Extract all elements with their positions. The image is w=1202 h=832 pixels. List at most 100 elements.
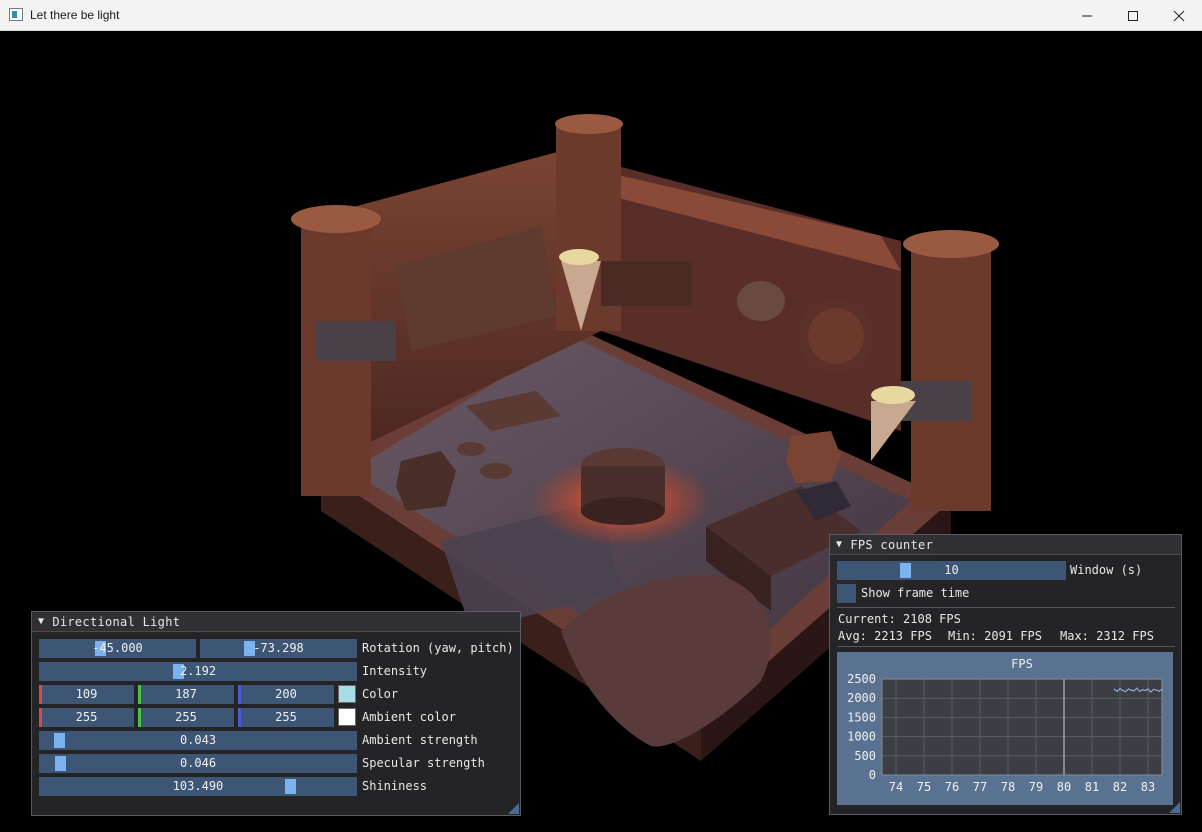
shininess-slider[interactable]: 103.490 xyxy=(39,777,357,796)
fps-current: Current: 2108 FPS xyxy=(838,612,961,626)
specular-strength-slider[interactable]: 0.046 xyxy=(39,754,357,773)
app-icon xyxy=(9,8,23,21)
x-tick-label: 74 xyxy=(889,780,903,794)
fps-data-point xyxy=(1127,688,1129,690)
fps-data-point xyxy=(1119,688,1121,690)
ambient-strength-label: Ambient strength xyxy=(362,733,478,747)
chart-title: FPS xyxy=(1011,657,1033,671)
window-title: Let there be light xyxy=(30,8,120,22)
fps-max: Max: 2312 FPS xyxy=(1060,629,1154,643)
fps-avg: Avg: 2213 FPS xyxy=(838,629,932,643)
ambient-color-r-field[interactable]: 255 xyxy=(39,708,134,727)
x-tick-label: 81 xyxy=(1085,780,1099,794)
panel-header[interactable]: ▼ FPS counter xyxy=(830,535,1181,555)
x-tick-label: 75 xyxy=(917,780,931,794)
panel-title: Directional Light xyxy=(52,614,181,629)
specular-strength-value: 0.046 xyxy=(179,756,217,770)
close-icon xyxy=(1173,10,1185,21)
fps-data-point xyxy=(1125,691,1127,693)
color-b-value: 200 xyxy=(275,687,297,701)
fps-data-point xyxy=(1147,688,1149,690)
fps-data-point xyxy=(1122,689,1124,692)
maximize-button[interactable] xyxy=(1110,0,1156,31)
ambient-strength-value: 0.043 xyxy=(179,733,217,747)
x-tick-label: 82 xyxy=(1113,780,1127,794)
fps-counter-panel[interactable]: ▼ FPS counter 10 Window (s) Show frame t… xyxy=(829,534,1182,815)
fps-data-point xyxy=(1141,689,1143,691)
maximize-icon xyxy=(1128,10,1138,21)
shininess-label: Shininess xyxy=(362,779,428,793)
fps-data-point xyxy=(1116,690,1118,692)
fps-min: Min: 2091 FPS xyxy=(948,629,1042,643)
y-tick-label: 1500 xyxy=(847,710,876,724)
y-tick-label: 0 xyxy=(869,768,876,782)
show-frame-time-label[interactable]: Show frame time xyxy=(861,584,969,603)
panel-title: FPS counter xyxy=(850,537,934,552)
fps-data-point xyxy=(1155,689,1157,691)
color-r-field[interactable]: 109 xyxy=(39,685,134,704)
fps-data-point xyxy=(1161,688,1163,690)
window-seconds-label: Window (s) xyxy=(1070,563,1143,577)
intensity-label: Intensity xyxy=(362,664,428,678)
minimize-button[interactable] xyxy=(1064,0,1110,31)
color-g-field[interactable]: 187 xyxy=(138,685,234,704)
window-titlebar[interactable]: Let there be light xyxy=(0,0,1202,31)
color-label: Color xyxy=(362,687,399,701)
ambient-color-r-value: 255 xyxy=(75,710,98,724)
window-seconds-value: 10 xyxy=(944,563,959,577)
x-tick-label: 76 xyxy=(945,780,959,794)
ambient-strength-slider[interactable]: 0.043 xyxy=(39,731,357,750)
x-tick-label: 83 xyxy=(1141,780,1155,794)
x-tick-label: 80 xyxy=(1057,780,1071,794)
fps-data-point xyxy=(1136,687,1138,689)
separator xyxy=(837,646,1175,647)
rotation-label: Rotation (yaw, pitch) xyxy=(362,641,514,655)
ambient-color-swatch[interactable] xyxy=(338,708,356,726)
shininess-value: 103.490 xyxy=(172,779,224,793)
specular-strength-label: Specular strength xyxy=(362,756,485,770)
y-tick-label: 2500 xyxy=(847,672,876,686)
fps-data-point xyxy=(1153,688,1155,690)
ambient-color-b-value: 255 xyxy=(275,710,297,724)
ambient-color-g-field[interactable]: 255 xyxy=(138,708,234,727)
triangle-down-icon[interactable]: ▼ xyxy=(38,616,44,627)
fps-line-chart: FPS 2500 2000 1500 1000 500 0 74 75 76 77 78 79 80 81 8… xyxy=(847,657,1163,794)
fps-data-point xyxy=(1150,691,1152,693)
rotation-yaw-slider[interactable]: -45.000 xyxy=(39,639,196,658)
ambient-color-g-value: 255 xyxy=(175,710,197,724)
ambient-color-label: Ambient color xyxy=(362,710,456,724)
resize-grip[interactable] xyxy=(508,803,519,814)
window-seconds-slider[interactable]: 10 xyxy=(837,561,1066,580)
ambient-color-b-field[interactable]: 255 xyxy=(238,708,334,727)
rotation-pitch-value: -73.298 xyxy=(253,641,304,655)
color-r-value: 109 xyxy=(75,687,98,701)
color-b-field[interactable]: 200 xyxy=(238,685,334,704)
close-button[interactable] xyxy=(1156,0,1202,31)
fps-data-point xyxy=(1139,690,1141,692)
separator xyxy=(837,607,1175,608)
rotation-yaw-value: -45.000 xyxy=(92,641,143,655)
resize-grip[interactable] xyxy=(1169,802,1180,813)
intensity-value: 2.192 xyxy=(179,664,217,678)
fps-data-point xyxy=(1130,689,1132,691)
panel-header[interactable]: ▼ Directional Light xyxy=(32,612,520,632)
fps-data-point xyxy=(1133,690,1135,692)
directional-light-panel[interactable]: ▼ Directional Light -45.000 -73.298 Rota… xyxy=(31,611,521,816)
triangle-down-icon[interactable]: ▼ xyxy=(836,539,842,550)
fps-plot[interactable]: FPS 2500 2000 1500 1000 500 0 74 75 76 77 78 79 80 81 8… xyxy=(837,652,1173,805)
minimize-icon xyxy=(1082,15,1092,16)
x-tick-label: 78 xyxy=(1001,780,1015,794)
x-tick-label: 79 xyxy=(1029,780,1043,794)
y-tick-label: 1000 xyxy=(847,730,876,744)
y-tick-label: 500 xyxy=(854,749,876,763)
rotation-pitch-slider[interactable]: -73.298 xyxy=(200,639,357,658)
intensity-slider[interactable]: 2.192 xyxy=(39,662,357,681)
color-swatch[interactable] xyxy=(338,685,356,703)
color-g-value: 187 xyxy=(175,687,197,701)
show-frame-time-checkbox[interactable] xyxy=(837,584,856,603)
fps-data-point xyxy=(1158,690,1160,692)
fps-data-point xyxy=(1113,688,1115,690)
x-tick-label: 77 xyxy=(973,780,987,794)
y-tick-label: 2000 xyxy=(847,691,876,705)
fps-data-point xyxy=(1144,689,1146,692)
